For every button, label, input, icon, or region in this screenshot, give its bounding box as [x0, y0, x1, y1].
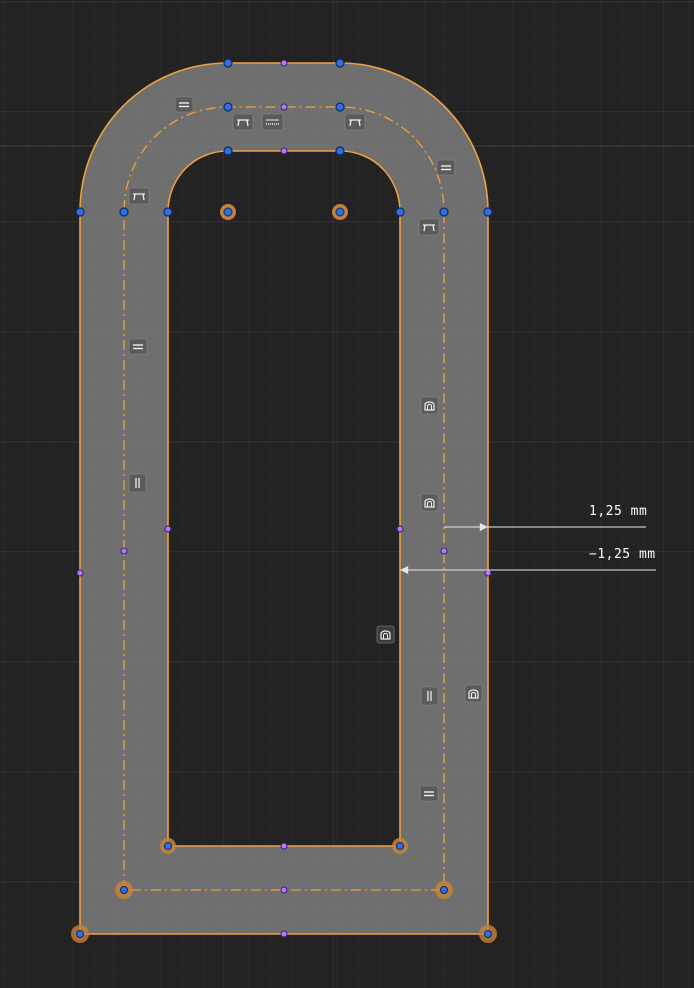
vertex-point[interactable]	[223, 146, 233, 156]
midpoint[interactable]	[280, 59, 288, 67]
midpoint[interactable]	[280, 886, 288, 894]
corner-point[interactable]	[392, 838, 408, 854]
midpoint[interactable]	[396, 525, 404, 533]
midpoint[interactable]	[440, 547, 448, 555]
vertex-point[interactable]	[163, 207, 173, 217]
corner-point[interactable]	[115, 881, 133, 899]
vertex-point[interactable]	[395, 207, 405, 217]
arc-center-point[interactable]	[220, 204, 236, 220]
offset-constraint-icon[interactable]	[420, 493, 439, 512]
midpoint[interactable]	[484, 569, 492, 577]
corner-point[interactable]	[435, 881, 453, 899]
arc-center-point[interactable]	[332, 204, 348, 220]
offset-constraint-icon[interactable]	[376, 625, 395, 644]
equal-constraint-icon[interactable]	[261, 113, 284, 131]
midpoint[interactable]	[120, 547, 128, 555]
vertex-point[interactable]	[335, 102, 345, 112]
vertex-point[interactable]	[335, 146, 345, 156]
vertical-constraint-icon[interactable]	[128, 473, 147, 493]
midpoint[interactable]	[164, 525, 172, 533]
horizontal-constraint-icon[interactable]	[419, 785, 439, 802]
sketch-canvas[interactable]	[0, 0, 694, 988]
corner-point[interactable]	[160, 838, 176, 854]
vertex-point[interactable]	[75, 207, 85, 217]
midpoint[interactable]	[76, 569, 84, 577]
dimension-label-inner[interactable]: −1,25 mm	[589, 547, 656, 562]
tangent-constraint-icon[interactable]	[344, 113, 366, 131]
midpoint[interactable]	[280, 103, 288, 111]
horizontal-constraint-icon[interactable]	[436, 159, 456, 176]
midpoint[interactable]	[280, 842, 288, 850]
midpoint[interactable]	[280, 147, 288, 155]
tangent-constraint-icon[interactable]	[128, 187, 150, 205]
vertex-point[interactable]	[223, 102, 233, 112]
tangent-constraint-icon[interactable]	[232, 113, 254, 131]
offset-constraint-icon[interactable]	[420, 396, 439, 415]
dimension-label-outer[interactable]: 1,25 mm	[589, 504, 647, 519]
vertex-point[interactable]	[483, 207, 493, 217]
horizontal-constraint-icon[interactable]	[128, 338, 148, 355]
corner-point[interactable]	[71, 925, 89, 943]
offset-constraint-icon[interactable]	[464, 684, 483, 703]
tangent-constraint-icon[interactable]	[418, 218, 440, 236]
vertical-constraint-icon[interactable]	[420, 686, 439, 706]
horizontal-constraint-icon[interactable]	[174, 96, 194, 113]
vertex-point[interactable]	[223, 58, 233, 68]
vertex-point[interactable]	[119, 207, 129, 217]
midpoint[interactable]	[280, 930, 288, 938]
vertex-point[interactable]	[439, 207, 449, 217]
vertex-point[interactable]	[335, 58, 345, 68]
corner-point[interactable]	[479, 925, 497, 943]
